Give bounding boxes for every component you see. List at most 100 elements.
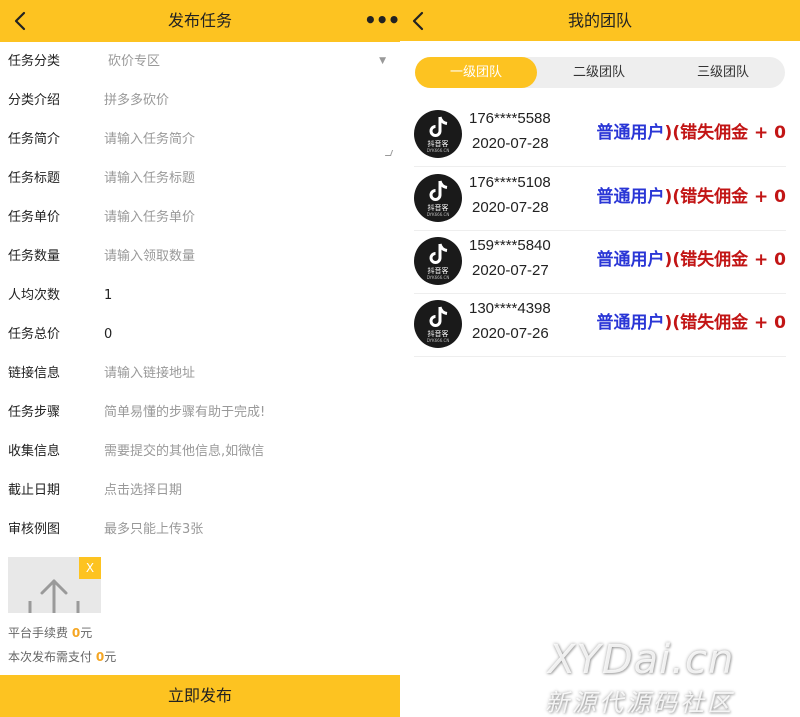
- form-row-category[interactable]: 任务分类 砍价专区 ▼: [0, 42, 400, 81]
- member-role: 普通用户: [596, 123, 665, 143]
- per-person-input[interactable]: 1: [104, 276, 112, 315]
- title-input[interactable]: 请输入任务标题: [104, 159, 195, 198]
- form-label: 任务单价: [8, 210, 61, 225]
- team-level-tabs: 一级团队 二级团队 三级团队: [415, 57, 785, 88]
- member-role: 普通用户: [596, 250, 665, 270]
- member-date: 2020-07-28: [472, 199, 549, 216]
- form-label: 任务简介: [8, 132, 61, 147]
- member-phone: 176****5588: [469, 110, 551, 127]
- more-icon[interactable]: •••: [364, 8, 400, 34]
- resize-handle-icon[interactable]: [384, 150, 394, 156]
- form-label: 人均次数: [8, 288, 61, 303]
- steps-input[interactable]: 简单易懂的步骤有助于完成!: [104, 393, 265, 432]
- form-row-steps[interactable]: 任务步骤 简单易懂的步骤有助于完成!: [0, 393, 400, 432]
- total-price-value: 0: [104, 327, 113, 342]
- deadline-picker[interactable]: 点击选择日期: [104, 471, 182, 510]
- form-row-quantity[interactable]: 任务数量 请输入领取数量: [0, 237, 400, 276]
- avatar-site: DYK666.CN: [426, 338, 450, 343]
- tiktok-logo-icon: [429, 180, 448, 201]
- publish-task-screen: 发布任务 ••• 任务分类 砍价专区 ▼ 分类介绍 拼多多砍价 任务简介 请输入…: [0, 0, 400, 717]
- tab-level-2[interactable]: 二级团队: [537, 57, 661, 88]
- sample-images-hint: 最多只能上传3张: [104, 522, 204, 537]
- form-row-title[interactable]: 任务标题 请输入任务标题: [0, 159, 400, 198]
- form-row-sample-images: 审核例图 最多只能上传3张: [0, 510, 400, 549]
- form-label: 任务总价: [8, 327, 61, 342]
- form-label: 任务步骤: [8, 405, 61, 420]
- member-status: 普通用户)(错失佣金 + 0: [597, 245, 786, 270]
- avatar: 抖音客 DYK666.CN: [414, 300, 462, 348]
- member-date: 2020-07-28: [472, 135, 549, 152]
- fee-label: 平台手续费: [8, 626, 69, 640]
- page-title: 发布任务: [167, 11, 232, 30]
- dropdown-arrow-icon: ▼: [379, 56, 386, 66]
- member-phone: 130****4398: [469, 300, 551, 317]
- form-label: 分类介绍: [8, 93, 61, 108]
- form-label: 截止日期: [8, 483, 61, 498]
- member-role: 普通用户: [596, 313, 665, 333]
- avatar-site: DYK666.CN: [426, 275, 450, 280]
- total-payment: 本次发布需支付 0元: [8, 648, 116, 665]
- member-date: 2020-07-27: [472, 262, 549, 279]
- member-earn: )(错失佣金 + 0: [664, 187, 786, 207]
- summary-textarea[interactable]: 请输入任务简介: [104, 120, 195, 159]
- fee-value: 0: [71, 626, 81, 640]
- upload-image-button[interactable]: X: [8, 557, 101, 613]
- avatar: 抖音客 DYK666.CN: [414, 110, 462, 158]
- member-earn: )(错失佣金 + 0: [664, 123, 786, 143]
- member-role: 普通用户: [596, 187, 665, 207]
- avatar: 抖音客 DYK666.CN: [414, 174, 462, 222]
- form-row-total: 任务总价 0: [0, 315, 400, 354]
- avatar-site: DYK666.CN: [426, 212, 450, 217]
- watermark-site-name: 新源代源码社区: [545, 689, 734, 717]
- form-row-per-person[interactable]: 人均次数 1: [0, 276, 400, 315]
- my-team-screen: 我的团队 一级团队 二级团队 三级团队 抖音客 DYK666.CN 176***…: [400, 0, 800, 717]
- form-row-link[interactable]: 链接信息 请输入链接地址: [0, 354, 400, 393]
- form-label: 任务分类: [8, 54, 61, 69]
- unit-price-input[interactable]: 请输入任务单价: [104, 198, 195, 237]
- avatar: 抖音客 DYK666.CN: [414, 237, 462, 285]
- form-label: 链接信息: [8, 366, 61, 381]
- collect-input[interactable]: 需要提交的其他信息,如微信: [104, 432, 264, 471]
- member-status: 普通用户)(错失佣金 + 0: [597, 182, 786, 207]
- form-label: 审核例图: [8, 522, 61, 537]
- remove-upload-button[interactable]: X: [79, 557, 101, 579]
- form-label: 收集信息: [8, 444, 61, 459]
- member-earn: )(错失佣金 + 0: [664, 313, 786, 333]
- form-row-deadline[interactable]: 截止日期 点击选择日期: [0, 471, 400, 510]
- quantity-input[interactable]: 请输入领取数量: [104, 237, 195, 276]
- member-earn: )(错失佣金 + 0: [664, 250, 786, 270]
- page-title: 我的团队: [567, 11, 632, 30]
- category-intro-value: 拼多多砍价: [104, 93, 170, 108]
- category-select[interactable]: 砍价专区: [108, 42, 160, 81]
- pay-unit: 元: [104, 650, 117, 664]
- tiktok-logo-icon: [429, 243, 448, 264]
- upload-icon: [28, 579, 80, 613]
- tiktok-logo-icon: [429, 116, 448, 137]
- form-row-collect[interactable]: 收集信息 需要提交的其他信息,如微信: [0, 432, 400, 471]
- platform-fee: 平台手续费 0元: [8, 624, 92, 641]
- list-item[interactable]: 抖音客 DYK666.CN 176****5588 2020-07-28 普通用…: [414, 104, 786, 167]
- form-label: 任务标题: [8, 171, 61, 186]
- form-row-category-intro: 分类介绍 拼多多砍价: [0, 81, 400, 120]
- watermark-domain: XYDai.cn: [548, 637, 735, 683]
- team-header: 我的团队: [400, 0, 800, 41]
- publish-header: 发布任务 •••: [0, 0, 400, 42]
- list-item[interactable]: 抖音客 DYK666.CN 130****4398 2020-07-26 普通用…: [414, 294, 786, 357]
- member-date: 2020-07-26: [472, 325, 549, 342]
- tiktok-logo-icon: [429, 306, 448, 327]
- form-row-summary[interactable]: 任务简介 请输入任务简介: [0, 120, 400, 159]
- member-phone: 176****5108: [469, 174, 551, 191]
- link-input[interactable]: 请输入链接地址: [104, 354, 195, 393]
- list-item[interactable]: 抖音客 DYK666.CN 159****5840 2020-07-27 普通用…: [414, 231, 786, 294]
- pay-label: 本次发布需支付: [8, 650, 93, 664]
- tab-level-1[interactable]: 一级团队: [415, 57, 537, 88]
- avatar-site: DYK666.CN: [426, 148, 450, 153]
- pay-value: 0: [95, 650, 105, 664]
- member-status: 普通用户)(错失佣金 + 0: [597, 308, 786, 333]
- list-item[interactable]: 抖音客 DYK666.CN 176****5108 2020-07-28 普通用…: [414, 168, 786, 231]
- form-row-unit-price[interactable]: 任务单价 请输入任务单价: [0, 198, 400, 237]
- member-status: 普通用户)(错失佣金 + 0: [597, 118, 786, 143]
- fee-unit: 元: [80, 626, 93, 640]
- tab-level-3[interactable]: 三级团队: [661, 57, 785, 88]
- publish-now-button[interactable]: 立即发布: [0, 675, 400, 717]
